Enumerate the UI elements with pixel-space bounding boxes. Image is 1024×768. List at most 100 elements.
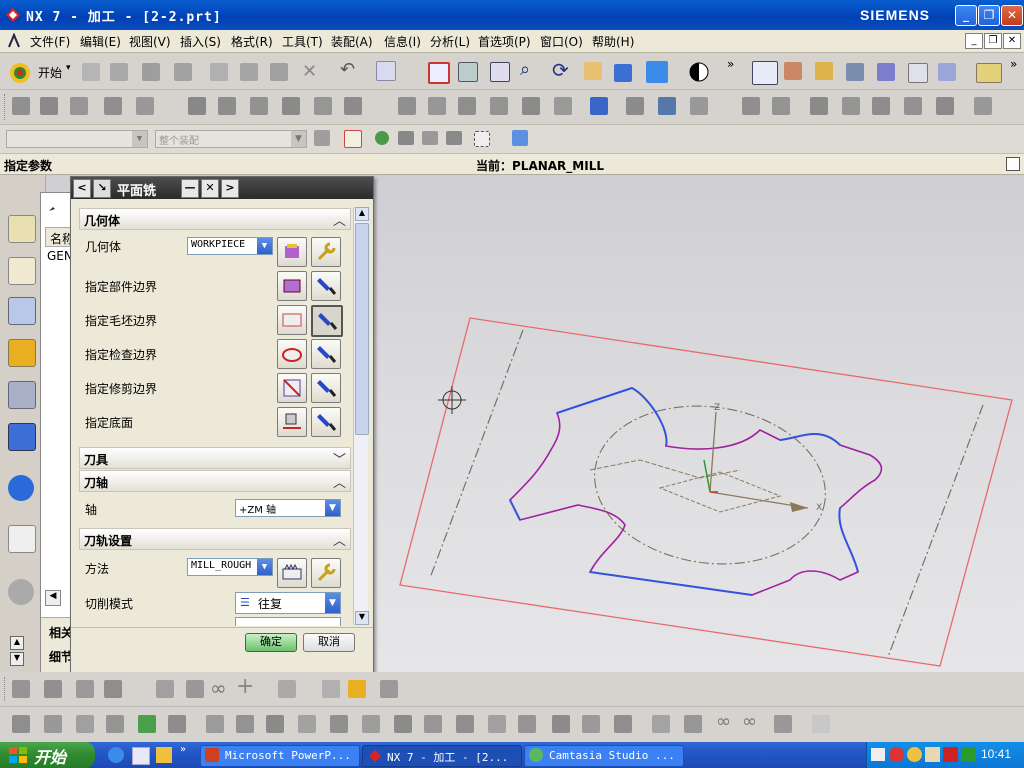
new-geometry-button[interactable] [277,237,307,267]
holder-icon[interactable] [522,97,540,115]
dialog-reset-icon[interactable]: ↘ [93,179,111,198]
geometry-select[interactable]: WORKPIECE ▼ [187,237,273,255]
offset-face-icon[interactable] [206,715,224,733]
cut-icon[interactable] [210,63,228,81]
check-boundary-display-button[interactable] [311,339,341,369]
dialog-close-button[interactable]: ✕ [201,179,219,198]
thicken-icon[interactable] [236,715,254,733]
history-icon[interactable] [8,423,36,451]
split-icon[interactable] [362,715,380,733]
dialog-collapse-button[interactable]: — [181,179,199,198]
zoom-fit-icon[interactable] [490,62,510,82]
app-menu-icon[interactable] [6,33,22,49]
unite-icon[interactable] [266,715,284,733]
snap-point-icon[interactable] [344,130,362,148]
menu-preferences[interactable]: 首选项(P) [478,33,531,50]
clock[interactable]: 10:41 [981,747,1011,761]
open-file-icon[interactable] [110,63,128,81]
resbar-scroll-up[interactable]: ▲ [10,636,24,650]
body-icon[interactable] [974,97,992,115]
operation-navigator-icon[interactable] [815,62,833,80]
mdi-minimize-button[interactable]: _ [965,33,983,49]
floor-display-button[interactable] [311,407,341,437]
feature-icon[interactable] [742,97,760,115]
layer-settings-icon[interactable] [348,680,366,698]
replay-path-icon[interactable] [877,63,895,81]
section-geometry[interactable]: 几何体 ︿ [79,208,351,230]
surface-icon[interactable] [12,715,30,733]
intersect-icon[interactable] [330,715,348,733]
dialog-title-bar[interactable]: < ↘ 平面铣 — ✕ > [71,177,373,199]
menu-view[interactable]: 视图(V) [129,33,171,50]
axis-select[interactable]: +ZM 轴 ▼ [235,499,341,517]
delete-icon[interactable]: ✕ [302,61,317,82]
trim-boundary-button[interactable] [277,373,307,403]
display-program-icon[interactable] [282,97,300,115]
menu-edit[interactable]: 编辑(E) [80,33,121,50]
path-edit-icon[interactable] [458,97,476,115]
ok-button[interactable]: 确定 [245,633,297,652]
face-blend-icon[interactable] [552,715,570,733]
task-nx[interactable]: NX 7 - 加工 - [2... [362,745,522,767]
palette-icon[interactable] [8,579,34,605]
menu-tools[interactable]: 工具(T) [282,33,323,50]
web-browser-icon[interactable] [8,525,36,553]
menu-window[interactable]: 窗口(O) [540,33,583,50]
start-dropdown-icon[interactable]: ▾ [66,63,71,73]
section-tool[interactable]: 刀具 ﹀ [79,447,351,469]
close-button[interactable]: ✕ [1001,5,1023,26]
snap-control-icon[interactable] [422,131,438,145]
rectangle-select-icon[interactable] [474,131,490,147]
move-layer-icon[interactable] [380,680,398,698]
snap-midpoint-icon[interactable] [398,131,414,145]
edit-object-icon[interactable] [344,97,362,115]
start-button[interactable]: 开始 [0,742,95,768]
edit-method-button[interactable] [311,558,341,588]
create-program-icon[interactable] [12,97,30,115]
minimize-button[interactable]: _ [955,5,977,26]
scroll-down-button[interactable]: ▼ [355,611,369,625]
toolbar-grip[interactable] [4,94,8,120]
path-list-icon[interactable] [428,97,446,115]
sketch-icon[interactable] [872,97,890,115]
floor-button[interactable] [277,407,307,437]
snap-intersection-icon[interactable] [446,131,462,145]
scroll-thumb[interactable] [355,223,369,435]
path-display-icon[interactable] [398,97,416,115]
subtract-icon[interactable] [298,715,316,733]
edge-blend-icon[interactable] [518,715,536,733]
expand-status-icon[interactable] [1006,157,1020,171]
cutter-icon[interactable] [490,97,508,115]
operation-navigator-tab-icon[interactable] [8,297,36,325]
menu-insert[interactable]: 插入(S) [180,33,221,50]
part-boundary-button[interactable] [277,271,307,301]
nav-root-item[interactable]: GEN [47,249,73,263]
sweep-icon[interactable] [76,715,94,733]
menu-info[interactable]: 信息(I) [384,33,421,50]
draft-icon[interactable] [456,715,474,733]
section-axis[interactable]: 刀轴 ︿ [79,470,351,492]
datum-plane-icon[interactable] [278,680,296,698]
snap-endpoint-icon[interactable] [375,131,389,145]
machine-navigator-icon[interactable] [8,339,36,367]
menu-analysis[interactable]: 分析(L) [430,33,470,50]
quicklaunch-overflow-icon[interactable]: » [180,744,186,755]
spline-icon[interactable] [104,680,122,698]
start-label[interactable]: 开始 [38,64,62,81]
chain-icon-2[interactable]: ∞ [742,711,757,732]
ipw-icon[interactable] [626,97,644,115]
cancel-button[interactable]: 取消 [303,633,355,652]
display-tool-icon[interactable] [188,97,206,115]
block-icon[interactable] [652,715,670,733]
constraint-navigator-icon[interactable] [8,257,36,285]
messenger-tray-icon[interactable] [907,747,922,762]
desktop-quicklaunch-icon[interactable] [132,747,150,765]
dialog-back-button[interactable]: < [73,179,91,198]
cylinder-icon[interactable] [684,715,702,733]
feature-group-icon[interactable] [772,97,790,115]
pin-icon[interactable] [47,203,57,213]
display-method-icon[interactable] [250,97,268,115]
render-style-icon[interactable] [646,61,668,83]
assembly-navigator-icon[interactable] [8,215,36,243]
through-curves-icon[interactable] [44,715,62,733]
